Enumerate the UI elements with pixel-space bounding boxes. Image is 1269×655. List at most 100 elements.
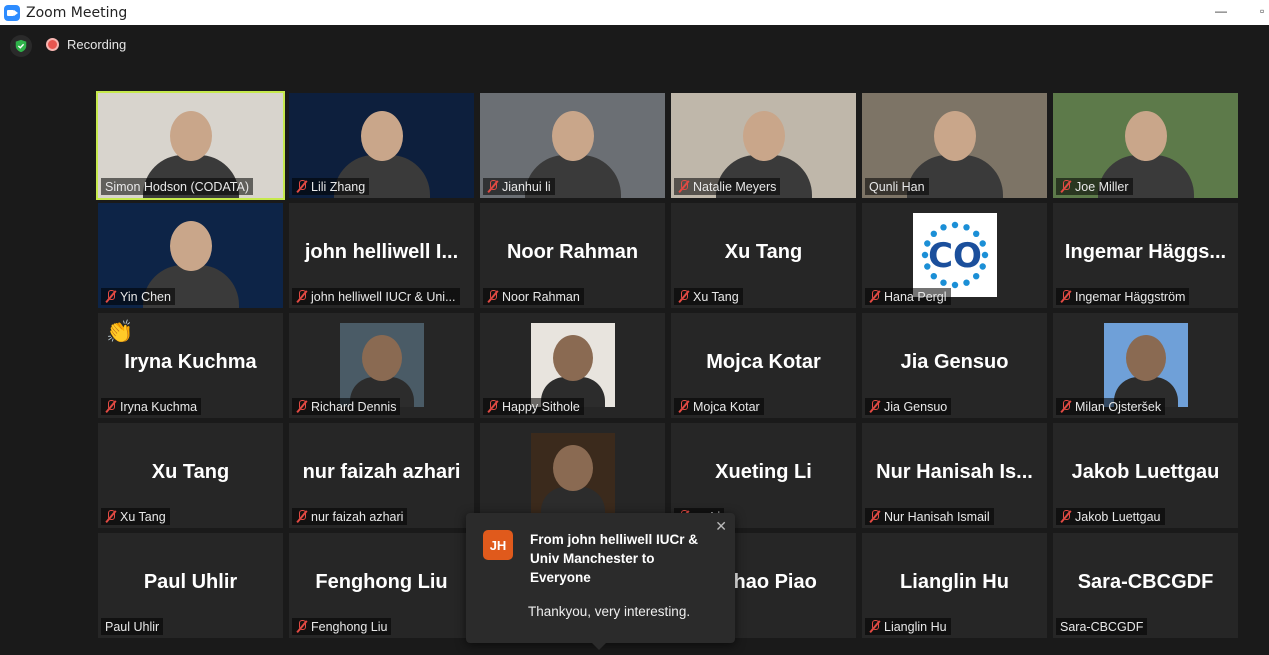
participant-name: Simon Hodson (CODATA) (105, 179, 250, 194)
participant-tile[interactable]: nur faizah azhari nur faizah azhari (289, 423, 474, 528)
meeting-topbar: Recording (0, 25, 1269, 67)
window-title: Zoom Meeting (26, 4, 128, 21)
participant-tile[interactable]: Ingemar Häggs... Ingemar Häggström (1053, 203, 1238, 308)
participant-display-name: Jakob Luettgau (1071, 461, 1220, 483)
participant-name-label: Milan Ojsteršek (1056, 398, 1166, 415)
muted-mic-icon (296, 400, 307, 413)
participant-tile[interactable]: Noor Rahman Noor Rahman (480, 203, 665, 308)
recording-indicator[interactable]: Recording (46, 37, 126, 52)
participant-tile[interactable]: Lianglin Hu Lianglin Hu (862, 533, 1047, 638)
muted-mic-icon (105, 290, 116, 303)
participant-tile[interactable]: Xu Tang Xu Tang (671, 203, 856, 308)
participant-name-label: Iryna Kuchma (101, 398, 202, 415)
profile-photo (339, 323, 424, 407)
participant-name: Lili Zhang (311, 179, 366, 194)
participant-name: Milan Ojsteršek (1075, 399, 1162, 414)
clapping-reaction-icon: 👏 (106, 319, 134, 344)
participant-name: Happy Sithole (502, 399, 580, 414)
participant-display-name: Iryna Kuchma (124, 351, 257, 373)
participant-name: Xu Tang (693, 289, 739, 304)
participant-name: Iryna Kuchma (120, 399, 198, 414)
participant-name-label: nur faizah azhari (292, 508, 408, 525)
participant-tile[interactable]: Jianhui li (480, 93, 665, 198)
muted-mic-icon (678, 290, 689, 303)
chat-notification[interactable]: JH From john helliwell IUCr & Univ Manch… (466, 513, 735, 650)
participant-name-label: Simon Hodson (CODATA) (101, 178, 254, 195)
participant-display-name: Xueting Li (715, 461, 812, 483)
participant-name-label: Nur Hanisah Ismail (865, 508, 994, 525)
participant-display-name: Sara-CBCGDF (1077, 571, 1214, 593)
participant-tile[interactable]: Natalie Meyers (671, 93, 856, 198)
participant-name-label: Fenghong Liu (292, 618, 392, 635)
muted-mic-icon (869, 290, 880, 303)
participant-name: Sara-CBCGDF (1060, 619, 1144, 634)
participant-tile[interactable]: Sara-CBCGDF Sara-CBCGDF (1053, 533, 1238, 638)
muted-mic-icon (1060, 400, 1071, 413)
muted-mic-icon (296, 180, 307, 193)
participant-name: Xu Tang (120, 509, 166, 524)
participant-name-label: Xu Tang (674, 288, 743, 305)
participant-name-label: Qunli Han (865, 178, 929, 195)
participant-tile[interactable]: Xu Tang Xu Tang (98, 423, 283, 528)
participant-name: Jia Gensuo (884, 399, 948, 414)
participant-tile[interactable]: Simon Hodson (CODATA) (96, 91, 285, 200)
participant-tile[interactable]: Paul Uhlir Paul Uhlir (98, 533, 283, 638)
participant-tile[interactable]: Nur Hanisah Is... Nur Hanisah Ismail (862, 423, 1047, 528)
participant-tile[interactable]: john helliwell I... john helliwell IUCr &… (289, 203, 474, 308)
profile-photo (530, 323, 615, 407)
muted-mic-icon (105, 400, 116, 413)
participant-display-name: nur faizah azhari (302, 461, 461, 483)
participant-name-label: Hana Pergl (865, 288, 951, 305)
participant-display-name: Xu Tang (151, 461, 230, 483)
participant-name-label: Lili Zhang (292, 178, 370, 195)
participant-name-label: Xu Tang (101, 508, 170, 525)
participant-name-label: Jakob Luettgau (1056, 508, 1165, 525)
participant-tile[interactable]: Happy Sithole (480, 313, 665, 418)
participant-name: Noor Rahman (502, 289, 580, 304)
chat-sender-line: From john helliwell IUCr & Univ Manchest… (530, 532, 699, 585)
participant-name-label: Happy Sithole (483, 398, 584, 415)
participant-tile[interactable]: Qunli Han (862, 93, 1047, 198)
participant-display-name: Paul Uhlir (143, 571, 238, 593)
participant-tile[interactable]: Joe Miller (1053, 93, 1238, 198)
participant-name-label: Mojca Kotar (674, 398, 764, 415)
participant-name-label: Joe Miller (1056, 178, 1133, 195)
security-shield-icon[interactable] (10, 35, 32, 57)
participant-name: Paul Uhlir (105, 619, 160, 634)
participant-tile[interactable]: Richard Dennis (289, 313, 474, 418)
muted-mic-icon (487, 400, 498, 413)
participant-tile[interactable]: Milan Ojsteršek (1053, 313, 1238, 418)
participant-name-label: Sara-CBCGDF (1056, 618, 1148, 635)
participant-name: Nur Hanisah Ismail (884, 509, 990, 524)
participant-tile[interactable]: Iryna Kuchma 👏 Iryna Kuchma (98, 313, 283, 418)
participant-name-label: Yin Chen (101, 288, 175, 305)
participant-name-label: Noor Rahman (483, 288, 584, 305)
recording-dot-icon (46, 38, 59, 51)
participant-name: Joe Miller (1075, 179, 1129, 194)
participant-name-label: Ingemar Häggström (1056, 288, 1190, 305)
participant-tile[interactable]: Lili Zhang (289, 93, 474, 198)
muted-mic-icon (1060, 510, 1071, 523)
participant-tile[interactable]: Fenghong Liu Fenghong Liu (289, 533, 474, 638)
participant-name: Jakob Luettgau (1075, 509, 1161, 524)
muted-mic-icon (105, 510, 116, 523)
participant-name: john helliwell IUCr & Uni... (311, 289, 456, 304)
participant-display-name: Ingemar Häggs... (1064, 241, 1227, 263)
close-icon[interactable]: ✕ (715, 518, 727, 535)
participant-name: Ingemar Häggström (1075, 289, 1186, 304)
participant-tile[interactable]: Mojca Kotar Mojca Kotar (671, 313, 856, 418)
minimize-button[interactable]: — (1215, 4, 1227, 18)
participant-display-name: Fenghong Liu (315, 571, 448, 593)
participant-tile[interactable]: Jakob Luettgau Jakob Luettgau (1053, 423, 1238, 528)
sender-avatar: JH (483, 530, 513, 560)
muted-mic-icon (869, 400, 880, 413)
participant-tile[interactable]: CO Hana Pergl (862, 203, 1047, 308)
participant-display-name: Jia Gensuo (900, 351, 1009, 373)
participant-name: Mojca Kotar (693, 399, 760, 414)
participant-tile[interactable]: Yin Chen (98, 203, 283, 308)
participant-display-name: Mojca Kotar (706, 351, 821, 373)
participant-tile[interactable]: Jia Gensuo Jia Gensuo (862, 313, 1047, 418)
participant-display-name: john helliwell I... (304, 241, 459, 263)
participant-name-label: john helliwell IUCr & Uni... (292, 288, 460, 305)
restore-button[interactable]: ▫ (1260, 4, 1264, 18)
